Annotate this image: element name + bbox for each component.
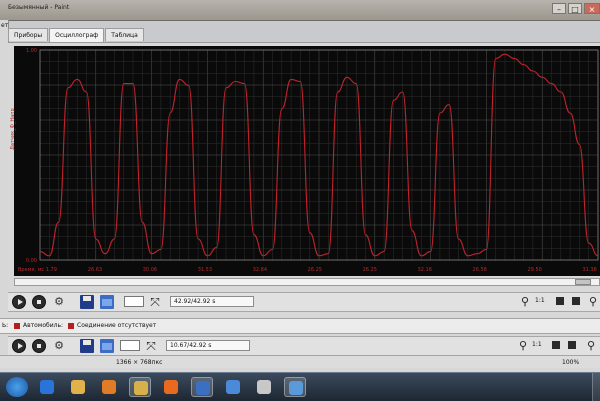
stop-icon[interactable]: [32, 295, 46, 309]
ie-icon[interactable]: [36, 377, 58, 397]
disc-icon-glyph: [257, 380, 271, 394]
zoom-ratio: 1:1: [532, 341, 542, 348]
paint-icon[interactable]: [284, 377, 306, 397]
x-tick-label: 26.58: [473, 267, 487, 273]
x-tick-label: 26.25: [363, 267, 377, 273]
zoom-ratio: 1:1: [535, 297, 545, 304]
x-tick-label: 32.16: [418, 267, 432, 273]
scrollbar-thumb[interactable]: [575, 279, 591, 285]
x-tick-label: 30.06: [143, 267, 157, 273]
tab-oscilloscope[interactable]: Осциллограф: [49, 28, 105, 42]
tab-table[interactable]: Таблица: [105, 28, 144, 41]
folder-icon-glyph: [71, 380, 85, 394]
channel-select[interactable]: [124, 296, 144, 307]
minimize-button[interactable]: –: [552, 3, 566, 14]
zoom-out-icon[interactable]: [556, 297, 564, 305]
scanner-icon-glyph: [196, 381, 210, 395]
y-tick-label: 1.00: [26, 48, 37, 54]
y-axis-label: Датчик_Ф_Напр: [10, 108, 16, 150]
folder-open-icon[interactable]: [100, 295, 114, 309]
gear-icon[interactable]: ⚙: [52, 339, 66, 353]
media-icon[interactable]: [98, 377, 120, 397]
horizontal-scrollbar[interactable]: [14, 278, 600, 286]
status-connection: Соединение отсутствует: [68, 322, 156, 329]
ie-icon-glyph: [40, 380, 54, 394]
explorer-icon-glyph: [134, 381, 148, 395]
zoom-region-icon[interactable]: ⚲: [586, 295, 600, 309]
status-connection-label: Соединение отсутствует: [77, 322, 157, 329]
windows-taskbar: [0, 372, 600, 401]
zoom-icon[interactable]: ⚲: [516, 339, 530, 353]
tab-bar: Приборы Осциллограф Таблица: [8, 28, 145, 42]
tab-instruments[interactable]: Приборы: [8, 28, 49, 41]
x-tick-label: 31.53: [198, 267, 212, 273]
fit-icon[interactable]: ⤧: [148, 295, 162, 309]
oscilloscope-toolbar-secondary: ⚙ ⤧ 10.67/42.92 s ⚲ 1:1 ⚲: [8, 336, 600, 356]
stop-icon[interactable]: [32, 339, 46, 353]
zoom-icon[interactable]: ⚲: [518, 295, 532, 309]
x-tick-label: 26.25: [308, 267, 322, 273]
paint-icon-glyph: [289, 381, 303, 395]
paint-statusbar: 1366 × 768пкс 100%: [0, 355, 600, 368]
zoom-out-icon[interactable]: [552, 341, 560, 349]
time-position-field[interactable]: 42.92/42.92 s: [170, 296, 254, 307]
x-tick-label: 32.84: [253, 267, 267, 273]
play-icon[interactable]: [12, 339, 26, 353]
media-icon-glyph: [102, 380, 116, 394]
folder-open-icon[interactable]: [100, 339, 114, 353]
maximize-button[interactable]: □: [568, 3, 582, 14]
firefox-icon[interactable]: [160, 377, 182, 397]
save-icon[interactable]: [80, 339, 94, 353]
x-tick-label: 31.38: [582, 267, 596, 273]
show-desktop-button[interactable]: [592, 373, 600, 401]
window-titlebar: Безымянный - Paint – □ ×: [0, 0, 600, 21]
connection-statusbar: Ь: Автомобиль: Соединение отсутствует: [0, 318, 600, 334]
explorer-icon[interactable]: [129, 377, 151, 397]
zoom-level: 100%: [562, 359, 580, 366]
x-tick-label: Время, мс 1.79: [18, 267, 57, 273]
close-button[interactable]: ×: [584, 3, 600, 14]
image-dimensions: 1366 × 768пкс: [116, 359, 163, 366]
zoom-in-icon[interactable]: [568, 341, 576, 349]
desktop-screen: Безымянный - Paint – □ × ет Приборы Осци…: [0, 0, 600, 401]
start-button[interactable]: [6, 377, 28, 397]
status-indicator-icon: [14, 322, 20, 329]
folder-icon[interactable]: [67, 377, 89, 397]
channel-select[interactable]: [120, 340, 140, 351]
status-car-label: Автомобиль:: [23, 322, 63, 329]
time-position-field[interactable]: 10.67/42.92 s: [166, 340, 250, 351]
oscilloscope-toolbar: ⚙ ⤧ 42.92/42.92 s ⚲ 1:1 ⚲: [8, 292, 600, 312]
save-icon[interactable]: [80, 295, 94, 309]
fit-icon[interactable]: ⤧: [144, 339, 158, 353]
firefox-icon-glyph: [164, 380, 178, 394]
zoom-region-icon[interactable]: ⚲: [584, 339, 598, 353]
zoom-in-icon[interactable]: [572, 297, 580, 305]
app-icon[interactable]: [222, 377, 244, 397]
disc-icon[interactable]: [253, 377, 275, 397]
oscilloscope-chart[interactable]: 1.00 0.00 Время, мс 1.79 26.63 30.06 31.53 32.…: [14, 46, 600, 276]
status-indicator-icon: [68, 322, 74, 329]
gear-icon[interactable]: ⚙: [52, 295, 66, 309]
oscilloscope-plot: 1.00 0.00 Время, мс 1.79 26.63 30.06 31.53 32.…: [18, 48, 599, 273]
window-title: Безымянный - Paint: [8, 4, 70, 11]
x-tick-label: 26.63: [88, 267, 102, 273]
play-icon[interactable]: [12, 295, 26, 309]
status-car: Автомобиль:: [14, 322, 63, 329]
y-tick-label: 0.00: [26, 258, 37, 264]
scanner-icon[interactable]: [191, 377, 213, 397]
statusbar-prefix: Ь:: [2, 322, 9, 329]
x-tick-label: 29.50: [528, 267, 542, 273]
app-icon-glyph: [226, 380, 240, 394]
